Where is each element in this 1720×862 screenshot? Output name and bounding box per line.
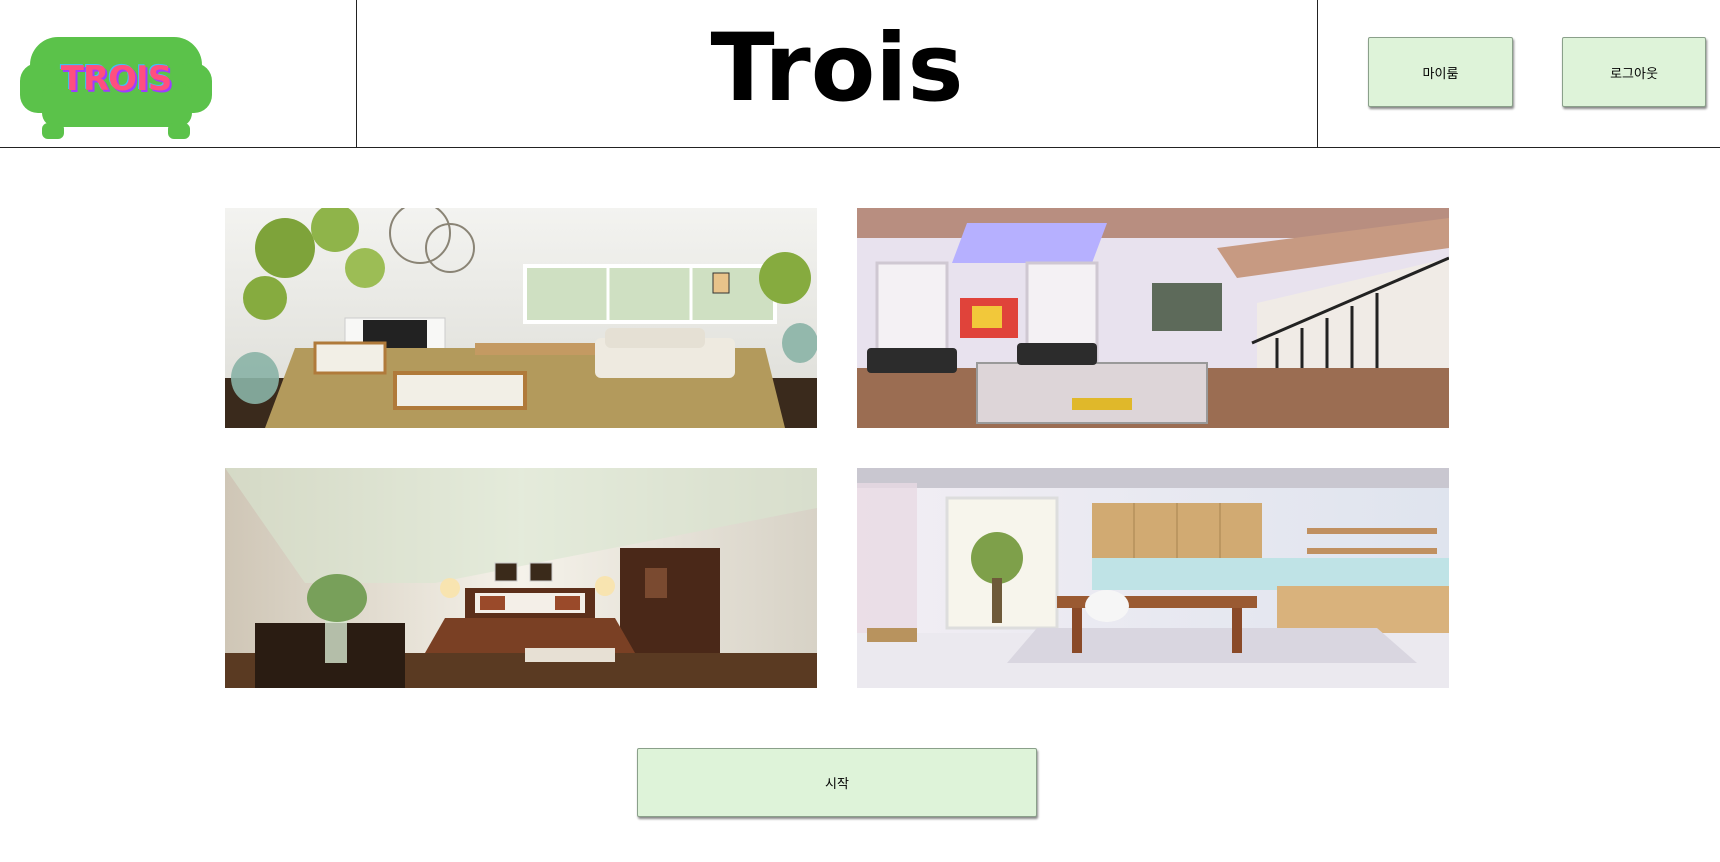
kitchen-photo[interactable] (857, 468, 1449, 688)
header-bar: TROIS Trois 마이룸 로그아웃 (0, 0, 1720, 148)
trois-logo[interactable]: TROIS (20, 33, 212, 139)
logo-cell: TROIS (0, 0, 357, 147)
start-button[interactable]: 시작 (637, 748, 1037, 817)
living-room-photo[interactable] (225, 208, 817, 428)
page-title: Trois (710, 14, 964, 123)
logo-text: TROIS (60, 59, 172, 99)
logout-button[interactable]: 로그아웃 (1562, 37, 1706, 107)
title-cell: Trois (357, 0, 1318, 147)
loft-staircase-photo[interactable] (857, 208, 1449, 428)
myroom-button[interactable]: 마이룸 (1368, 37, 1513, 107)
bedroom-photo[interactable] (225, 468, 817, 688)
